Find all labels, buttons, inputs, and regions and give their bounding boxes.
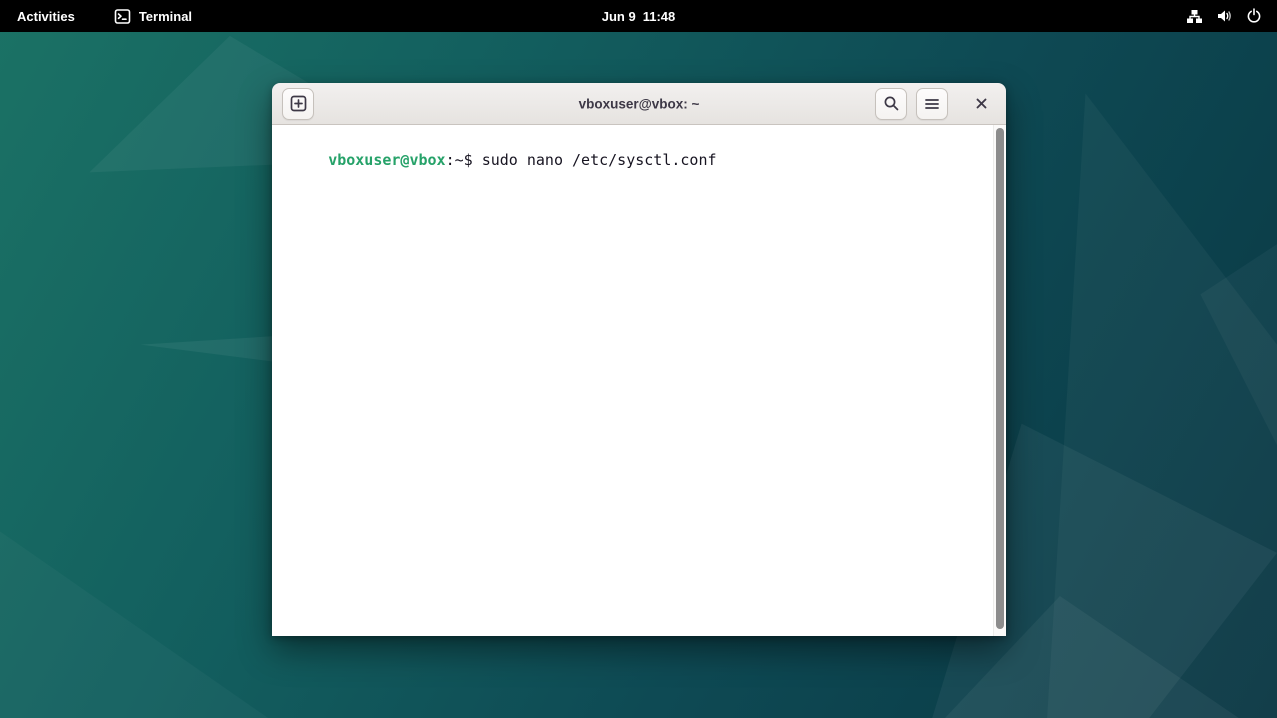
top-bar: Activities Terminal Jun 9 11:48 bbox=[0, 0, 1277, 32]
activities-button[interactable]: Activities bbox=[0, 0, 92, 32]
search-button[interactable] bbox=[875, 88, 907, 120]
terminal-scrollbar[interactable] bbox=[993, 125, 1006, 636]
terminal-headerbar[interactable]: vboxuser@vbox: ~ bbox=[272, 83, 1006, 125]
new-tab-icon bbox=[290, 95, 307, 112]
focused-app-label: Terminal bbox=[139, 9, 192, 24]
terminal-window: vboxuser@vbox: ~ bbox=[272, 83, 1006, 636]
terminal-app-icon bbox=[114, 8, 131, 25]
hamburger-menu-icon bbox=[924, 97, 940, 111]
clock-button[interactable]: Jun 9 11:48 bbox=[602, 0, 676, 32]
system-status-area[interactable] bbox=[1171, 0, 1277, 32]
power-icon bbox=[1246, 8, 1262, 24]
search-icon bbox=[883, 95, 900, 112]
new-tab-button[interactable] bbox=[282, 88, 314, 120]
terminal-line: vboxuser@vbox:~$ sudo nano /etc/sysctl.c… bbox=[272, 125, 1006, 189]
focused-app-menu[interactable]: Terminal bbox=[106, 0, 200, 32]
menu-button[interactable] bbox=[916, 88, 948, 120]
volume-icon bbox=[1216, 8, 1233, 24]
close-button[interactable] bbox=[966, 89, 996, 119]
clock-date: Jun 9 bbox=[602, 9, 636, 24]
terminal-screen[interactable]: vboxuser@vbox:~$ sudo nano /etc/sysctl.c… bbox=[272, 125, 1006, 636]
typed-command: sudo nano /etc/sysctl.conf bbox=[482, 151, 717, 169]
close-icon bbox=[975, 97, 988, 110]
scrollbar-thumb[interactable] bbox=[996, 128, 1004, 629]
prompt-suffix: :~$ bbox=[446, 151, 482, 169]
prompt-user-host: vboxuser@vbox bbox=[328, 151, 445, 169]
network-wired-icon bbox=[1186, 9, 1203, 24]
clock-time: 11:48 bbox=[643, 9, 676, 24]
window-title: vboxuser@vbox: ~ bbox=[579, 96, 700, 111]
